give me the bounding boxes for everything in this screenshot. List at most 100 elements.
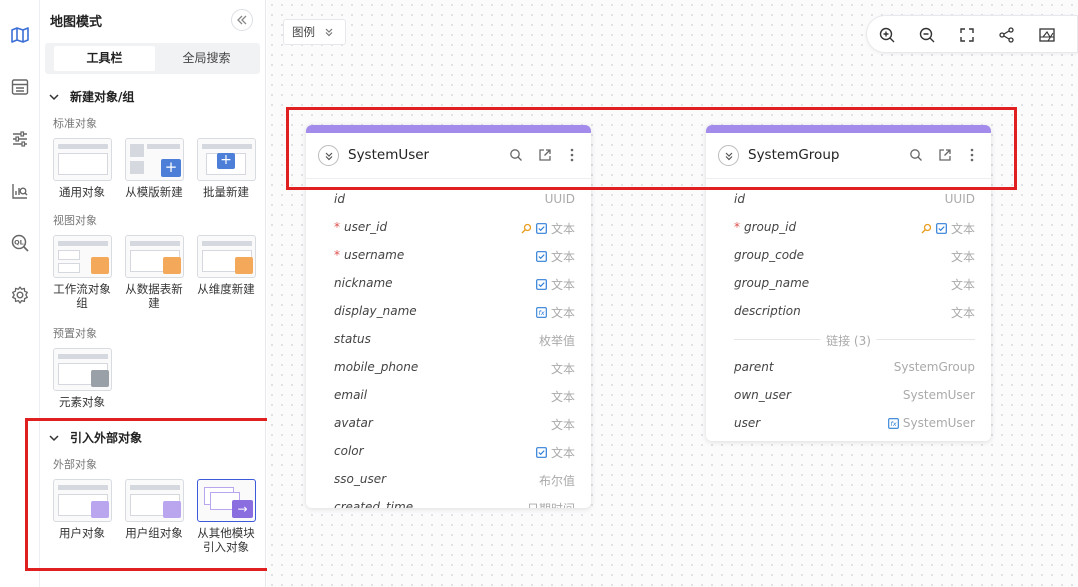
checkbox-icon bbox=[536, 251, 547, 262]
required-marker: * bbox=[334, 248, 340, 262]
field-row[interactable]: email 文本 bbox=[306, 381, 591, 409]
field-row[interactable]: * user_id 文本 bbox=[306, 213, 591, 241]
highlight-card-headers bbox=[286, 107, 1017, 190]
tab-global-search[interactable]: 全局搜索 bbox=[156, 46, 257, 71]
field-name: mobile_phone bbox=[334, 360, 419, 374]
field-name: sso_user bbox=[334, 472, 387, 486]
section-title: 新建对象/组 bbox=[70, 90, 135, 104]
list-icon[interactable] bbox=[8, 75, 32, 99]
field-type: 文本 bbox=[536, 248, 575, 265]
field-row[interactable]: avatar 文本 bbox=[306, 409, 591, 437]
tile-element-object[interactable]: 元素对象 bbox=[49, 348, 115, 409]
checkbox-icon bbox=[536, 447, 547, 458]
field-name: description bbox=[734, 304, 801, 318]
zoom-in-icon[interactable] bbox=[877, 25, 897, 45]
field-row[interactable]: user fx SystemUser bbox=[706, 409, 991, 437]
field-name: * username bbox=[334, 248, 405, 262]
links-label: 链接 (3) bbox=[820, 332, 877, 349]
minimap-icon[interactable] bbox=[1037, 25, 1057, 45]
template-thumb-icon: + bbox=[125, 138, 184, 181]
svg-text:QL: QL bbox=[14, 239, 24, 247]
standard-objects-label: 标准对象 bbox=[53, 117, 97, 130]
chart-search-icon[interactable] bbox=[8, 179, 32, 203]
field-type: 文本 bbox=[950, 306, 975, 320]
share-icon[interactable] bbox=[997, 25, 1017, 45]
ql-search-icon[interactable]: QL bbox=[8, 231, 32, 255]
chevron-down-icon bbox=[49, 93, 59, 100]
field-row[interactable]: color 文本 bbox=[306, 437, 591, 465]
panel-tabs: 工具栏 全局搜索 bbox=[45, 43, 260, 74]
key-icon bbox=[921, 223, 932, 234]
key-icon bbox=[521, 223, 532, 234]
datatable-thumb-icon bbox=[125, 235, 184, 278]
field-name: created_time bbox=[334, 500, 414, 508]
canvas-toolbar bbox=[866, 15, 1078, 53]
field-type: 布尔值 bbox=[538, 474, 575, 488]
field-type: fx 文本 bbox=[536, 304, 575, 321]
field-row[interactable]: created_time 日期时间 bbox=[306, 493, 591, 508]
field-type: 文本 bbox=[536, 276, 575, 293]
field-row[interactable]: group_name 文本 bbox=[706, 269, 991, 297]
field-type: 文本 bbox=[950, 278, 975, 292]
field-type: 文本 bbox=[536, 444, 575, 461]
field-row[interactable]: group_code 文本 bbox=[706, 241, 991, 269]
field-list: id UUID * user_id 文本 * username 文本 nickname 文本 dis… bbox=[306, 179, 591, 508]
tile-from-template[interactable]: + 从模版新建 bbox=[121, 138, 187, 199]
field-name: display_name bbox=[334, 304, 417, 318]
map-icon[interactable] bbox=[8, 23, 32, 47]
field-row[interactable]: mobile_phone 文本 bbox=[306, 353, 591, 381]
field-type: UUID bbox=[944, 192, 975, 206]
batch-create-thumb-icon: + bbox=[197, 138, 256, 181]
field-row[interactable]: own_user SystemUser bbox=[706, 381, 991, 409]
field-type: 文本 bbox=[950, 250, 975, 264]
workflow-thumb-icon bbox=[53, 235, 112, 278]
dimension-thumb-icon bbox=[197, 235, 256, 278]
field-name: avatar bbox=[334, 416, 373, 430]
checkbox-icon bbox=[536, 279, 547, 290]
field-name: status bbox=[334, 332, 371, 346]
tab-toolbar[interactable]: 工具栏 bbox=[54, 46, 155, 71]
field-name: * group_id bbox=[734, 220, 797, 234]
field-name: email bbox=[334, 388, 368, 402]
tile-from-datatable[interactable]: 从数据表新建 bbox=[121, 235, 187, 310]
legend-button[interactable]: 图例 bbox=[283, 19, 346, 45]
checkbox-icon bbox=[936, 223, 947, 234]
field-name: id bbox=[334, 192, 345, 206]
field-type: 日期时间 bbox=[527, 500, 575, 508]
field-row[interactable]: status 枚举值 bbox=[306, 325, 591, 353]
fullscreen-icon[interactable] bbox=[957, 25, 977, 45]
field-row[interactable]: * group_id 文本 bbox=[706, 213, 991, 241]
field-type: 文本 bbox=[550, 390, 575, 404]
field-row[interactable]: parent SystemGroup bbox=[706, 353, 991, 381]
section-new-object-header[interactable]: 新建对象/组 bbox=[49, 88, 134, 105]
field-type: UUID bbox=[544, 192, 575, 206]
field-name: user bbox=[734, 416, 761, 430]
preset-objects-label: 预置对象 bbox=[53, 327, 97, 340]
field-type: 文本 bbox=[521, 220, 575, 237]
field-row[interactable]: description 文本 bbox=[706, 297, 991, 325]
field-list: id UUID * group_id 文本 group_code 文本 group_name 文… bbox=[706, 179, 991, 437]
highlight-import-section bbox=[25, 418, 275, 571]
links-divider: 链接 (3) bbox=[706, 325, 991, 353]
field-row[interactable]: nickname 文本 bbox=[306, 269, 591, 297]
field-name: own_user bbox=[734, 388, 791, 402]
svg-text:fx: fx bbox=[890, 420, 896, 428]
panel-title: 地图模式 bbox=[50, 15, 103, 30]
field-type: 文本 bbox=[550, 362, 575, 376]
field-type: fx SystemUser bbox=[888, 416, 975, 430]
zoom-out-icon[interactable] bbox=[917, 25, 937, 45]
field-row[interactable]: display_name fx 文本 bbox=[306, 297, 591, 325]
field-name: group_code bbox=[734, 248, 805, 262]
collapse-panel-button[interactable] bbox=[231, 9, 253, 31]
tile-from-dimension[interactable]: 从维度新建 bbox=[193, 235, 259, 296]
field-type: 文本 bbox=[550, 418, 575, 432]
sliders-icon[interactable] bbox=[8, 127, 32, 151]
settings-icon[interactable] bbox=[8, 283, 32, 307]
field-type: SystemUser bbox=[902, 388, 975, 402]
field-row[interactable]: sso_user 布尔值 bbox=[306, 465, 591, 493]
field-type: 枚举值 bbox=[538, 334, 575, 348]
tile-batch-create[interactable]: + 批量新建 bbox=[193, 138, 259, 199]
field-row[interactable]: * username 文本 bbox=[306, 241, 591, 269]
tile-generic-object[interactable]: 通用对象 bbox=[49, 138, 115, 199]
tile-workflow-group[interactable]: 工作流对象组 bbox=[49, 235, 115, 310]
